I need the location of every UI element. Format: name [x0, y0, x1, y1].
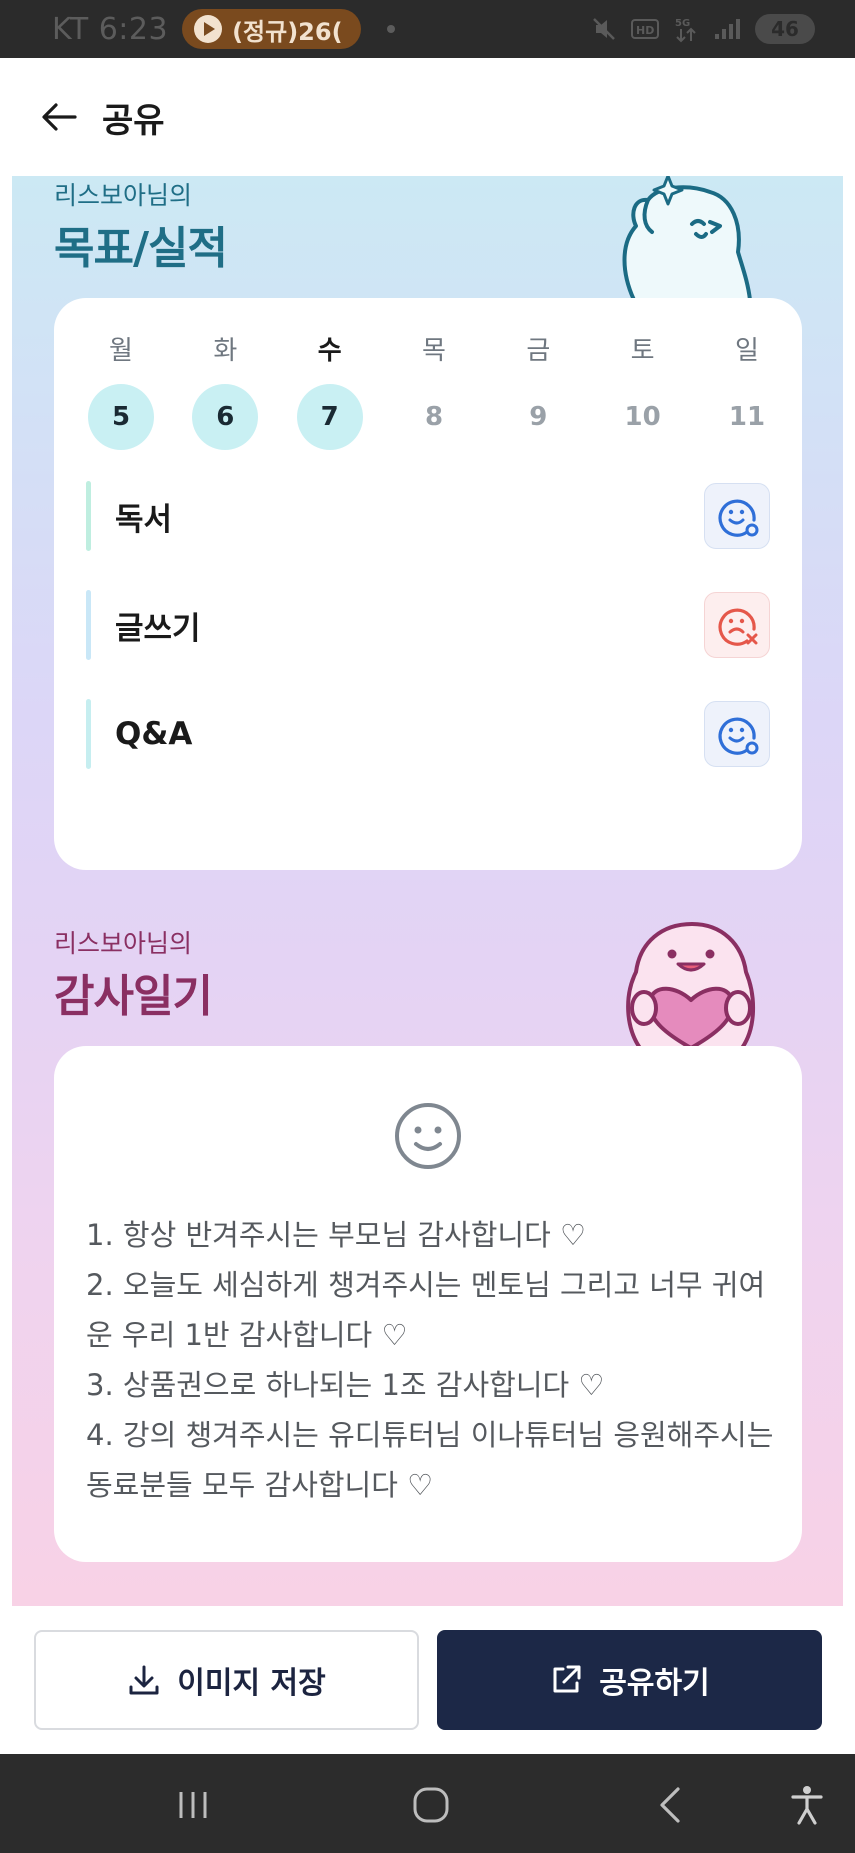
day-label: 토 — [630, 336, 655, 366]
smile-icon — [395, 1103, 461, 1169]
week-calendar: 월 5 화 6 수 7 목 8 금 9 토 10 일 11 — [76, 332, 792, 450]
goal-accent-bar — [86, 699, 91, 769]
external-link-icon — [553, 1665, 581, 1693]
goal-accent-bar — [86, 481, 91, 551]
day-date: 7 — [296, 384, 363, 450]
mute-icon — [593, 18, 615, 40]
day-label: 일 — [735, 336, 759, 366]
save-image-button[interactable]: 이미지 저장 — [34, 1630, 419, 1730]
goal-status-missed — [704, 592, 770, 658]
gratitude-title: 감사일기 — [54, 971, 213, 1022]
gratitude-section-header: 리스보아님의 감사일기 — [54, 924, 213, 1024]
gratitude-card: 1. 항상 반겨주시는 부모님 감사합니다 ♡ 2. 오늘도 세심하게 챙겨주시… — [54, 1046, 802, 1562]
goals-subtitle: 리스보아님의 — [54, 181, 193, 210]
goal-accent-bar — [86, 590, 91, 660]
goals-section-header: 리스보아님의 목표/실적 — [54, 176, 228, 276]
back-button[interactable] — [38, 96, 80, 138]
goals-title: 목표/실적 — [54, 223, 228, 274]
download-icon — [129, 1665, 159, 1695]
save-image-label: 이미지 저장 — [177, 1666, 326, 1701]
system-nav-bar — [0, 1754, 855, 1853]
goals-card: 월 5 화 6 수 7 목 8 금 9 토 10 일 11 독서 글쓰기 Q&A — [54, 298, 802, 870]
gratitude-journal-text: 1. 항상 반겨주시는 부모님 감사합니다 ♡ 2. 오늘도 세심하게 챙겨주시… — [86, 1218, 774, 1502]
day-date: 6 — [192, 384, 259, 450]
goal-status-done — [704, 701, 770, 767]
day-label: 금 — [526, 336, 551, 366]
day-label: 월 — [109, 336, 133, 366]
goal-label: Q&A — [115, 716, 193, 752]
battery-indicator: 46 — [755, 14, 815, 44]
day-tue: 화 6 — [192, 332, 259, 450]
day-wed: 수 7 — [296, 332, 363, 450]
accessibility-button[interactable] — [782, 1780, 832, 1830]
sad-x-icon — [718, 608, 758, 646]
day-date: 5 — [88, 384, 154, 450]
day-date: 10 — [624, 402, 661, 432]
day-label: 화 — [213, 336, 238, 366]
svg-text:HD: HD — [636, 24, 654, 37]
share-label: 공유하기 — [599, 1666, 710, 1701]
goal-status-done — [704, 483, 770, 549]
recent-apps-icon — [179, 1792, 207, 1818]
media-label: (정규)26( — [232, 17, 343, 46]
home-icon — [413, 1787, 449, 1823]
hd-icon: HD — [631, 19, 659, 39]
svg-text:5G: 5G — [675, 18, 690, 29]
status-bar: KT 6:23 (정규)26( HD 5G 46 — [0, 0, 855, 58]
home-button[interactable] — [406, 1780, 456, 1830]
network-icon: 5G — [675, 18, 696, 43]
goal-label: 독서 — [115, 501, 173, 538]
day-date: 9 — [529, 402, 548, 432]
smile-check-icon — [718, 499, 759, 537]
goal-item-writing: 글쓰기 — [86, 583, 770, 667]
day-fri: 금 9 — [505, 332, 571, 450]
goal-label: 글쓰기 — [115, 610, 201, 647]
day-label: 수 — [317, 336, 342, 366]
app-bar: 공유 — [0, 58, 855, 176]
chevron-left-icon — [660, 1787, 680, 1823]
action-bar: 이미지 저장 공유하기 — [0, 1606, 855, 1754]
blue-mascot-illustration — [622, 176, 752, 300]
share-button[interactable]: 공유하기 — [437, 1630, 822, 1730]
pink-mascot-illustration — [626, 922, 755, 1048]
day-thu: 목 8 — [401, 332, 467, 450]
back-nav-button[interactable] — [645, 1780, 695, 1830]
status-icons: HD 5G 46 — [591, 14, 815, 44]
signal-icon — [715, 19, 740, 39]
recent-apps-button[interactable] — [168, 1780, 218, 1830]
carrier-time: KT 6:23 — [52, 11, 169, 47]
day-sat: 토 10 — [610, 332, 676, 450]
day-date: 11 — [728, 402, 766, 432]
day-date: 8 — [424, 402, 444, 432]
arrow-left-icon — [42, 103, 77, 131]
smile-check-icon — [718, 717, 759, 755]
goal-item-qna: Q&A — [86, 692, 770, 776]
day-mon: 월 5 — [88, 332, 154, 450]
page-title: 공유 — [102, 100, 165, 141]
accessibility-icon — [791, 1786, 823, 1825]
play-icon — [194, 15, 223, 43]
media-notification[interactable]: (정규)26( — [182, 9, 361, 49]
day-sun: 일 11 — [714, 332, 780, 450]
notification-dot — [386, 25, 395, 33]
goal-item-reading: 독서 — [86, 474, 770, 558]
day-label: 목 — [422, 336, 446, 366]
gratitude-subtitle: 리스보아님의 — [54, 929, 193, 958]
share-card-preview: 리스보아님의 목표/실적 월 5 화 6 수 7 목 8 금 9 토 10 일 … — [12, 176, 843, 1606]
